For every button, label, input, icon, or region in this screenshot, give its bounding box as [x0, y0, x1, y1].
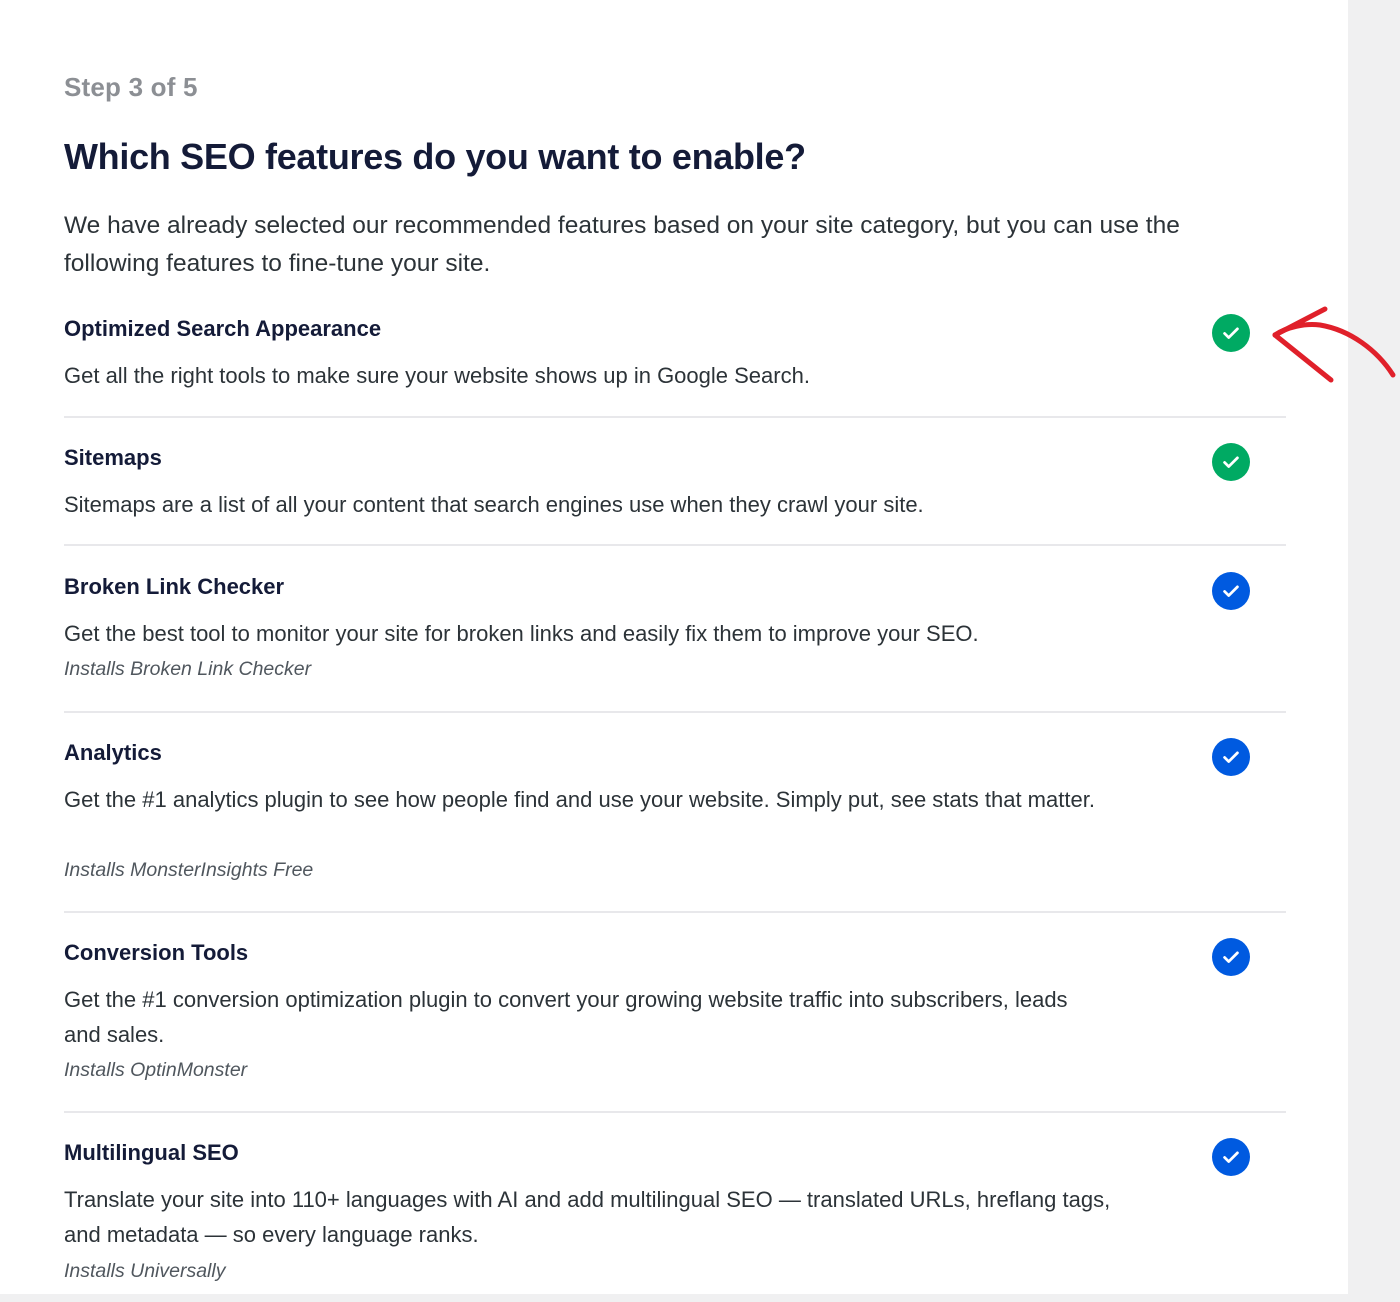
checkmark-icon	[1223, 951, 1239, 963]
divider	[64, 544, 1286, 546]
feature-toggle-checkbox[interactable]	[1212, 314, 1250, 352]
setup-wizard-card: Step 3 of 5 Which SEO features do you wa…	[0, 0, 1348, 1294]
feature-description: Get the best tool to monitor your site f…	[64, 621, 979, 646]
feature-description: Get the #1 conversion optimization plugi…	[64, 987, 1068, 1047]
feature-description: Sitemaps are a list of all your content …	[64, 492, 924, 517]
feature-title: Conversion Tools	[64, 940, 249, 965]
feature-title: Multilingual SEO	[64, 1140, 239, 1165]
feature-description: Translate your site into 110+ languages …	[64, 1187, 1111, 1247]
feature-description: Get the #1 analytics plugin to see how p…	[64, 787, 1095, 812]
feature-title: Sitemaps	[64, 445, 162, 470]
page-title: Which SEO features do you want to enable…	[64, 136, 806, 177]
feature-analytics: Analytics Get the #1 analytics plugin to…	[64, 738, 1286, 885]
feature-toggle-checkbox[interactable]	[1212, 572, 1250, 610]
feature-conversion-tools: Conversion Tools Get the #1 conversion o…	[64, 938, 1286, 1085]
red-arrow-annotation-icon	[1272, 306, 1396, 383]
feature-broken-link-checker: Broken Link Checker Get the best tool to…	[64, 572, 1286, 684]
feature-title: Optimized Search Appearance	[64, 316, 382, 341]
feature-optimized-search-appearance: Optimized Search Appearance Get all the …	[64, 314, 1286, 396]
intro-text: We have already selected our recommended…	[64, 212, 1180, 277]
checkmark-icon	[1223, 751, 1239, 763]
feature-installs-note: Installs OptinMonster	[64, 1059, 248, 1081]
feature-installs-note: Installs Universally	[64, 1260, 226, 1282]
divider	[64, 911, 1286, 913]
feature-toggle-checkbox[interactable]	[1212, 938, 1250, 976]
checkmark-icon	[1223, 456, 1239, 468]
feature-sitemaps: Sitemaps Sitemaps are a list of all your…	[64, 443, 1286, 525]
feature-toggle-checkbox[interactable]	[1212, 1138, 1250, 1176]
checkmark-icon	[1223, 585, 1239, 597]
divider	[64, 711, 1286, 713]
step-indicator: Step 3 of 5	[64, 72, 198, 102]
checkmark-icon	[1223, 1151, 1239, 1163]
feature-toggle-checkbox[interactable]	[1212, 443, 1250, 481]
feature-title: Broken Link Checker	[64, 574, 285, 599]
divider	[64, 416, 1286, 418]
feature-installs-note: Installs MonsterInsights Free	[64, 859, 314, 881]
feature-multilingual-seo: Multilingual SEO Translate your site int…	[64, 1138, 1286, 1290]
feature-description: Get all the right tools to make sure you…	[64, 363, 810, 388]
divider	[64, 1111, 1286, 1113]
feature-toggle-checkbox[interactable]	[1212, 738, 1250, 776]
feature-installs-note: Installs Broken Link Checker	[64, 658, 312, 680]
feature-title: Analytics	[64, 740, 162, 765]
checkmark-icon	[1223, 327, 1239, 339]
